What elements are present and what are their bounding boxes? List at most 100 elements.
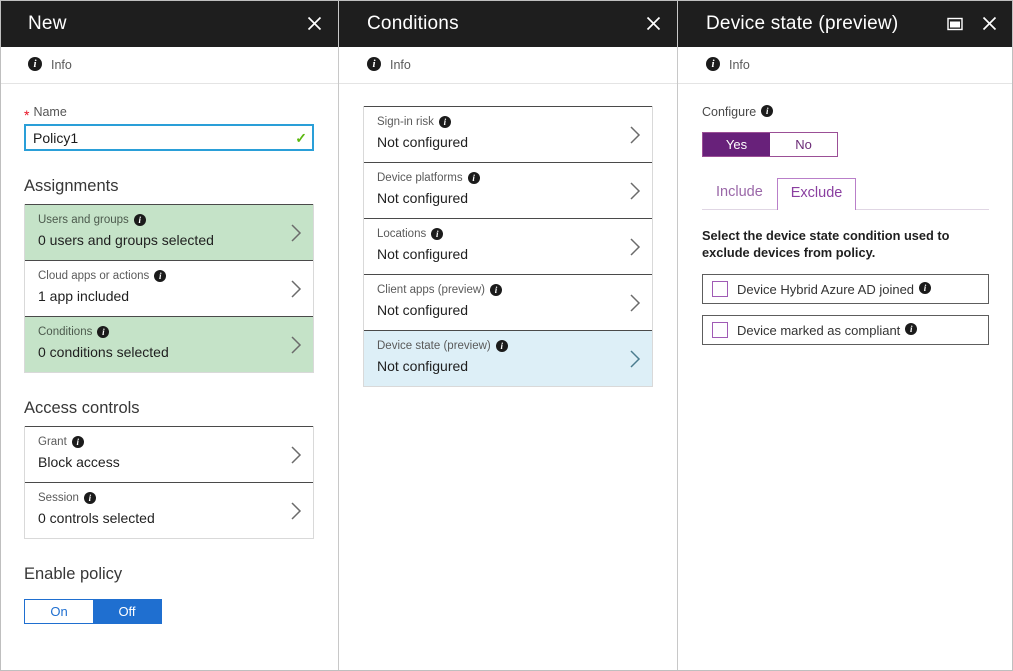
row-session-value: 0 controls selected — [38, 509, 279, 527]
blade-new-policy-title: New — [28, 13, 304, 35]
include-exclude-tabs: Include Exclude — [702, 177, 989, 210]
row-device-state-label-line: Device state (preview) i — [377, 339, 618, 354]
row-users-and-groups-label-line: Users and groups i — [38, 213, 279, 228]
row-conditions-value: 0 conditions selected — [38, 343, 279, 361]
info-label: Info — [390, 58, 411, 72]
row-device-state-label: Device state (preview) — [377, 339, 491, 354]
blade-new-policy-titlebar: New — [0, 0, 338, 47]
tab-include[interactable]: Include — [702, 177, 777, 209]
info-icon[interactable]: i — [468, 172, 480, 184]
chevron-right-icon — [629, 237, 641, 256]
blade-new-policy-info-bar[interactable]: i Info — [0, 47, 338, 84]
configure-toggle[interactable]: Yes No — [702, 132, 838, 157]
row-cloud-apps-value: 1 app included — [38, 287, 279, 305]
checkbox-marked-as-compliant[interactable] — [712, 322, 728, 338]
row-client-apps-value: Not configured — [377, 301, 618, 319]
name-field-label: * Name — [24, 105, 314, 119]
row-session[interactable]: Session i 0 controls selected — [25, 482, 313, 538]
blade-conditions-body: Sign-in risk i Not configured Device pla… — [339, 84, 677, 671]
row-client-apps-label-line: Client apps (preview) i — [377, 283, 618, 298]
row-grant-value: Block access — [38, 453, 279, 471]
blade-new-policy-body: * Name ✓ Assignments Users and groups i … — [0, 84, 338, 671]
row-conditions[interactable]: Conditions i 0 conditions selected — [25, 316, 313, 372]
row-device-platforms-label: Device platforms — [377, 171, 463, 186]
row-client-apps[interactable]: Client apps (preview) i Not configured — [364, 274, 652, 330]
maximize-icon[interactable] — [945, 14, 965, 34]
row-users-and-groups-value: 0 users and groups selected — [38, 231, 279, 249]
row-cloud-apps-label: Cloud apps or actions — [38, 269, 149, 284]
conditional-access-policy-screen: New i Info * Name ✓ Assignments — [0, 0, 1013, 671]
info-icon: i — [706, 57, 720, 71]
close-icon[interactable] — [643, 14, 663, 34]
row-session-label: Session — [38, 491, 79, 506]
checkbox-hybrid-azure-ad-joined[interactable] — [712, 281, 728, 297]
info-icon[interactable]: i — [84, 492, 96, 504]
row-users-and-groups-label: Users and groups — [38, 213, 129, 228]
configure-no-option[interactable]: No — [770, 133, 837, 156]
enable-policy-on-option[interactable]: On — [25, 600, 93, 623]
row-grant-label-line: Grant i — [38, 435, 279, 450]
chevron-right-icon — [629, 125, 641, 144]
chevron-right-icon — [629, 181, 641, 200]
row-client-apps-label: Client apps (preview) — [377, 283, 485, 298]
close-icon[interactable] — [304, 14, 324, 34]
row-locations[interactable]: Locations i Not configured — [364, 218, 652, 274]
tab-exclude[interactable]: Exclude — [777, 178, 857, 210]
row-grant-label: Grant — [38, 435, 67, 450]
row-conditions-label: Conditions — [38, 325, 92, 340]
configure-label-line: Configure i — [702, 105, 989, 119]
row-sign-in-risk-label-line: Sign-in risk i — [377, 115, 618, 130]
blade-device-state-info-bar[interactable]: i Info — [678, 47, 1013, 84]
row-device-state-value: Not configured — [377, 357, 618, 375]
chevron-right-icon — [290, 501, 302, 520]
configure-yes-option[interactable]: Yes — [703, 133, 770, 156]
assignments-heading: Assignments — [24, 177, 314, 196]
configure-label: Configure — [702, 105, 756, 119]
row-sign-in-risk-label: Sign-in risk — [377, 115, 434, 130]
row-sign-in-risk[interactable]: Sign-in risk i Not configured — [364, 106, 652, 162]
info-label: Info — [729, 58, 750, 72]
info-icon[interactable]: i — [439, 116, 451, 128]
blade-new-policy: New i Info * Name ✓ Assignments — [0, 0, 339, 671]
blade-device-state: Device state (preview) i Info Configure — [678, 0, 1013, 671]
info-icon[interactable]: i — [97, 326, 109, 338]
enable-policy-toggle[interactable]: On Off — [24, 599, 162, 624]
row-grant[interactable]: Grant i Block access — [25, 426, 313, 482]
info-icon[interactable]: i — [496, 340, 508, 352]
enable-policy-heading: Enable policy — [24, 565, 314, 584]
row-cloud-apps-or-actions[interactable]: Cloud apps or actions i 1 app included — [25, 260, 313, 316]
blade-device-state-title-actions — [945, 14, 999, 34]
blade-conditions-titlebar: Conditions — [339, 0, 677, 47]
row-conditions-label-line: Conditions i — [38, 325, 279, 340]
row-device-state[interactable]: Device state (preview) i Not configured — [364, 330, 652, 386]
blade-conditions: Conditions i Info Sign-in risk i Not con… — [339, 0, 678, 671]
name-input[interactable] — [24, 124, 314, 151]
blade-conditions-title: Conditions — [367, 13, 643, 35]
access-controls-heading: Access controls — [24, 399, 314, 418]
info-icon[interactable]: i — [134, 214, 146, 226]
info-icon[interactable]: i — [761, 105, 773, 117]
info-icon[interactable]: i — [919, 282, 931, 294]
info-icon[interactable]: i — [490, 284, 502, 296]
enable-policy-off-option[interactable]: Off — [93, 600, 161, 623]
required-asterisk: * — [24, 110, 29, 120]
chevron-right-icon — [290, 445, 302, 464]
info-icon[interactable]: i — [72, 436, 84, 448]
close-icon[interactable] — [979, 14, 999, 34]
row-device-platforms-value: Not configured — [377, 189, 618, 207]
row-users-and-groups[interactable]: Users and groups i 0 users and groups se… — [25, 204, 313, 260]
checkbox-row-marked-as-compliant[interactable]: Device marked as compliant i — [702, 315, 989, 345]
chevron-right-icon — [290, 223, 302, 242]
info-icon: i — [367, 57, 381, 71]
info-icon[interactable]: i — [431, 228, 443, 240]
checkbox-hybrid-azure-ad-joined-label: Device Hybrid Azure AD joined — [737, 282, 914, 297]
checkbox-marked-as-compliant-label: Device marked as compliant — [737, 323, 900, 338]
row-locations-label: Locations — [377, 227, 426, 242]
blade-conditions-info-bar[interactable]: i Info — [339, 47, 677, 84]
info-icon[interactable]: i — [154, 270, 166, 282]
blade-device-state-body: Configure i Yes No Include Exclude Selec… — [678, 84, 1013, 671]
info-icon[interactable]: i — [905, 323, 917, 335]
checkbox-row-hybrid-azure-ad-joined[interactable]: Device Hybrid Azure AD joined i — [702, 274, 989, 304]
blade-conditions-title-actions — [643, 14, 663, 34]
row-device-platforms[interactable]: Device platforms i Not configured — [364, 162, 652, 218]
